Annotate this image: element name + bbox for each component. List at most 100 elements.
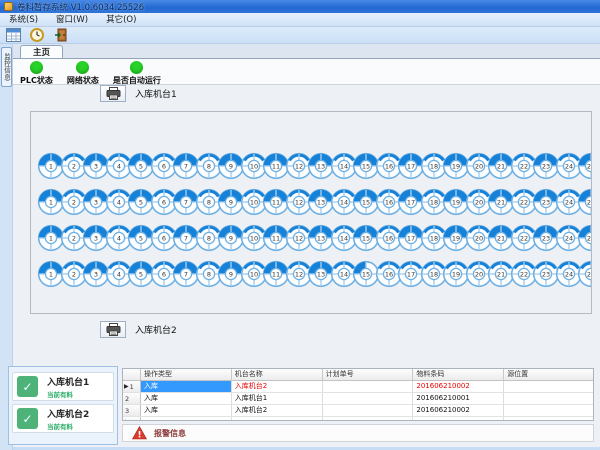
table-row[interactable]: *4 <box>123 417 593 421</box>
svg-text:22: 22 <box>519 270 527 278</box>
table-cell[interactable]: 201606210001 <box>413 393 504 404</box>
table-cell[interactable]: 入库 <box>141 381 232 392</box>
table-cell[interactable]: 201606210002 <box>413 381 504 392</box>
application-window: { "window": { "title": "卷料暂存系统 V1.0.6034… <box>0 0 600 450</box>
table-cell[interactable] <box>323 393 414 404</box>
menu-item[interactable]: 窗口(W) <box>47 13 97 27</box>
svg-text:22: 22 <box>519 234 527 242</box>
svg-text:9: 9 <box>229 198 233 206</box>
svg-text:15: 15 <box>362 234 370 242</box>
svg-text:4: 4 <box>116 162 120 170</box>
menu-item[interactable]: 其它(O) <box>97 13 145 27</box>
table-cell[interactable] <box>413 417 504 421</box>
svg-text:5: 5 <box>139 270 143 278</box>
svg-text:5: 5 <box>139 198 143 206</box>
svg-text:18: 18 <box>429 270 437 278</box>
table-cell[interactable]: 入库机台2 <box>232 405 323 416</box>
svg-text:21: 21 <box>497 162 505 170</box>
svg-text:21: 21 <box>497 198 505 206</box>
column-header[interactable]: 源位置 <box>504 369 594 380</box>
status-indicator: 是否自动运行 <box>113 59 161 86</box>
row-header[interactable]: 2 <box>123 393 141 404</box>
table-cell[interactable] <box>141 417 232 421</box>
clock-icon[interactable] <box>28 28 46 43</box>
table-cell[interactable]: 入库机台2 <box>232 381 323 392</box>
roll-grid: 1 2 3 4 5 <box>30 111 592 314</box>
svg-text:14: 14 <box>339 162 347 170</box>
row-header[interactable]: 3 <box>123 405 141 416</box>
table-cell[interactable]: 入库 <box>141 405 232 416</box>
svg-text:23: 23 <box>542 198 550 206</box>
svg-text:7: 7 <box>184 198 188 206</box>
printer-icon <box>106 87 121 100</box>
svg-text:18: 18 <box>429 162 437 170</box>
svg-text:20: 20 <box>474 270 482 278</box>
svg-text:23: 23 <box>542 162 550 170</box>
printer-icon <box>106 323 121 336</box>
table-row[interactable]: 3入库入库机台2 201606210002 <box>123 405 593 417</box>
status-label: PLC状态 <box>20 75 53 86</box>
row-header[interactable]: *4 <box>123 417 141 421</box>
svg-text:25: 25 <box>587 162 592 170</box>
svg-text:20: 20 <box>474 234 482 242</box>
table-row[interactable]: ▶1入库入库机台2 201606210002 <box>123 381 593 393</box>
table-cell[interactable]: 201606210002 <box>413 405 504 416</box>
title-bar[interactable]: 卷料暂存系统 V1.0.6034.25526 <box>0 0 600 13</box>
dock-tab-monitor[interactable]: 监控信息 <box>1 47 12 87</box>
svg-text:11: 11 <box>272 198 280 206</box>
column-header[interactable]: 机台名称 <box>232 369 323 380</box>
table-cell[interactable] <box>504 405 594 416</box>
svg-text:1: 1 <box>49 234 53 242</box>
table-cell[interactable] <box>323 405 414 416</box>
svg-text:19: 19 <box>452 234 460 242</box>
menu-item[interactable]: 系统(S) <box>0 13 47 27</box>
svg-text:!: ! <box>137 431 141 441</box>
svg-text:7: 7 <box>184 234 188 242</box>
machine-card-panel: ✓入库机台1当前有料✓入库机台2当前有料 <box>8 366 118 445</box>
svg-text:13: 13 <box>317 270 325 278</box>
station2-print-button[interactable] <box>100 321 126 338</box>
table-cell[interactable] <box>504 393 594 404</box>
check-icon: ✓ <box>17 376 38 397</box>
table-cell[interactable] <box>504 381 594 392</box>
svg-text:14: 14 <box>339 234 347 242</box>
table-cell[interactable] <box>232 417 323 421</box>
svg-text:5: 5 <box>139 234 143 242</box>
svg-text:9: 9 <box>229 234 233 242</box>
tab-home[interactable]: 主页 <box>20 45 63 58</box>
table-row[interactable]: 2入库入库机台1 201606210001 <box>123 393 593 405</box>
svg-text:14: 14 <box>339 198 347 206</box>
svg-text:12: 12 <box>294 162 302 170</box>
svg-text:11: 11 <box>272 234 280 242</box>
schedule-icon[interactable] <box>4 28 22 43</box>
exit-door-icon[interactable] <box>52 28 70 43</box>
roll-slot[interactable]: 25 <box>577 188 592 216</box>
svg-text:24: 24 <box>564 270 572 278</box>
table-cell[interactable] <box>323 417 414 421</box>
records-table: 操作类型机台名称计划单号物料条码源位置▶1入库入库机台2201606210002… <box>122 368 594 421</box>
station1-print-button[interactable] <box>100 85 126 102</box>
svg-text:23: 23 <box>542 270 550 278</box>
svg-text:11: 11 <box>272 270 280 278</box>
status-indicator: PLC状态 <box>20 59 53 86</box>
roll-slot[interactable]: 25 <box>577 152 592 180</box>
machine-status-card: ✓入库机台2当前有料 <box>12 404 114 433</box>
table-cell[interactable] <box>323 381 414 392</box>
table-cell[interactable] <box>504 417 594 421</box>
roll-slot[interactable]: 25 <box>577 224 592 252</box>
roll-slot[interactable]: 25 <box>577 260 592 288</box>
menu-bar: 系统(S)窗口(W)其它(O) <box>0 13 600 27</box>
svg-text:14: 14 <box>339 270 347 278</box>
status-light <box>76 61 89 74</box>
svg-text:10: 10 <box>249 270 257 278</box>
table-cell[interactable]: 入库机台1 <box>232 393 323 404</box>
column-header[interactable]: 操作类型 <box>141 369 232 380</box>
table-corner <box>123 369 141 380</box>
column-header[interactable]: 物料条码 <box>413 369 504 380</box>
svg-text:17: 17 <box>407 234 415 242</box>
svg-text:25: 25 <box>587 198 592 206</box>
svg-text:13: 13 <box>317 162 325 170</box>
column-header[interactable]: 计划单号 <box>323 369 414 380</box>
table-cell[interactable]: 入库 <box>141 393 232 404</box>
row-header[interactable]: ▶1 <box>123 381 141 392</box>
